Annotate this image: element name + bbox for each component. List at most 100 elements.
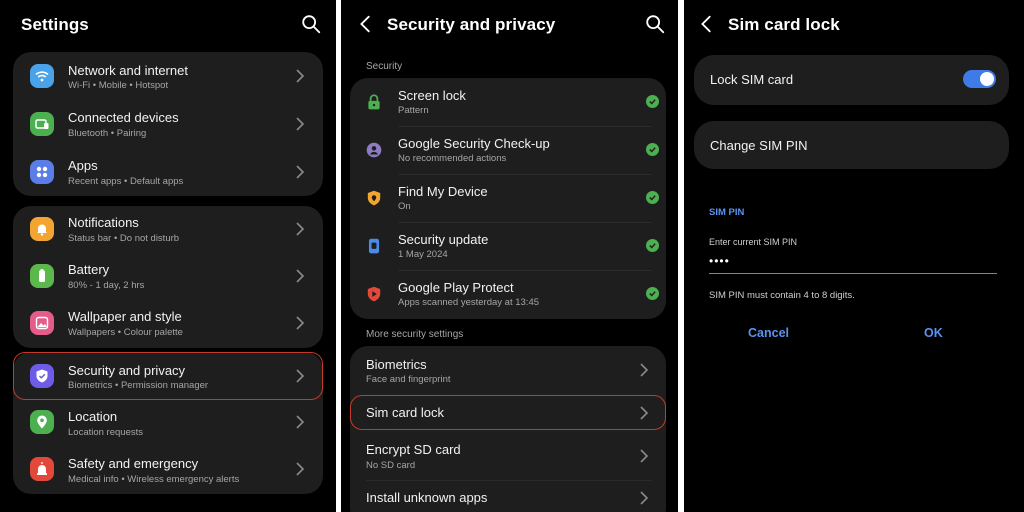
- check-icon: [646, 191, 659, 204]
- chevron-right-icon: [296, 316, 305, 330]
- back-arrow-icon[interactable]: [696, 13, 718, 35]
- item-title: Biometrics: [366, 357, 427, 372]
- settings-item-battery[interactable]: Battery 80% - 1 day, 2 hrs: [13, 253, 323, 300]
- item-subtitle: Status bar • Do not disturb: [68, 233, 180, 244]
- lock-sim-label: Lock SIM card: [710, 72, 794, 87]
- back-arrow-icon[interactable]: [355, 13, 377, 35]
- chevron-right-icon: [296, 222, 305, 236]
- settings-item-apps[interactable]: Apps Recent apps • Default apps: [13, 148, 323, 196]
- security-item-biometrics[interactable]: Biometrics Face and fingerprint: [350, 346, 666, 394]
- item-subtitle: No recommended actions: [398, 153, 507, 164]
- apps-icon: [30, 160, 54, 184]
- chevron-right-icon: [296, 165, 305, 179]
- change-sim-pin-label: Change SIM PIN: [710, 138, 808, 153]
- chevron-right-icon: [296, 369, 305, 383]
- page-title: Settings: [21, 15, 89, 34]
- search-icon[interactable]: [644, 13, 666, 35]
- chevron-right-icon: [640, 406, 649, 420]
- lock-sim-toggle[interactable]: [963, 70, 996, 88]
- security-screen: Security and privacy Security Screen loc…: [341, 0, 678, 512]
- security-item-sim-card-lock[interactable]: Sim card lock: [350, 394, 666, 432]
- chevron-right-icon: [640, 449, 649, 463]
- item-title: Battery: [68, 262, 110, 277]
- item-subtitle: Bluetooth • Pairing: [68, 128, 147, 139]
- ok-button[interactable]: OK: [924, 326, 943, 340]
- section-header-security: Security: [366, 61, 403, 72]
- item-subtitle: Wi-Fi • Mobile • Hotspot: [68, 80, 169, 91]
- devices-icon: [30, 112, 54, 136]
- section-header-more: More security settings: [366, 329, 464, 340]
- page-title: Security and privacy: [387, 15, 556, 34]
- page-title: Sim card lock: [728, 15, 840, 34]
- lock-sim-row[interactable]: Lock SIM card: [694, 55, 1009, 105]
- check-icon: [646, 95, 659, 108]
- item-subtitle: 80% - 1 day, 2 hrs: [68, 280, 145, 291]
- item-title: Apps: [68, 158, 98, 173]
- change-sim-pin-row[interactable]: Change SIM PIN: [694, 121, 1009, 169]
- security-item-encrypt-sd[interactable]: Encrypt SD card No SD card: [350, 432, 666, 480]
- location-icon: [30, 410, 54, 434]
- settings-item-connected-devices[interactable]: Connected devices Bluetooth • Pairing: [13, 100, 323, 148]
- item-subtitle: Wallpapers • Colour palette: [68, 327, 183, 338]
- item-subtitle: On: [398, 201, 411, 212]
- security-group: Screen lock Pattern Google Security Chec…: [350, 78, 666, 319]
- chevron-right-icon: [296, 415, 305, 429]
- phone-update-icon: [362, 234, 386, 258]
- emergency-icon: [30, 457, 54, 481]
- security-item-play-protect[interactable]: Google Play Protect Apps scanned yesterd…: [350, 270, 666, 319]
- search-icon[interactable]: [300, 13, 322, 35]
- settings-group-security: Security and privacy Biometrics • Permis…: [13, 352, 323, 494]
- item-title: Notifications: [68, 215, 139, 230]
- battery-icon: [30, 264, 54, 288]
- security-item-security-update[interactable]: Security update 1 May 2024: [350, 222, 666, 270]
- settings-screen: Settings Network and internet Wi-Fi • Mo…: [0, 0, 336, 512]
- item-subtitle: Apps scanned yesterday at 13:45: [398, 297, 540, 308]
- settings-item-security-privacy[interactable]: Security and privacy Biometrics • Permis…: [13, 352, 323, 399]
- item-subtitle: Pattern: [398, 105, 429, 116]
- item-title: Wallpaper and style: [68, 309, 182, 324]
- dialog-title: SIM PIN: [709, 207, 745, 218]
- chevron-right-icon: [296, 269, 305, 283]
- item-title: Install unknown apps: [366, 490, 488, 505]
- item-title: Screen lock: [398, 88, 466, 103]
- settings-group-display: Notifications Status bar • Do not distur…: [13, 206, 323, 348]
- settings-item-safety[interactable]: Safety and emergency Medical info • Wire…: [13, 446, 323, 494]
- settings-item-network[interactable]: Network and internet Wi-Fi • Mobile • Ho…: [13, 52, 323, 100]
- item-title: Safety and emergency: [68, 456, 199, 471]
- item-subtitle: Location requests: [68, 427, 143, 438]
- item-subtitle: No SD card: [366, 460, 416, 471]
- chevron-right-icon: [640, 363, 649, 377]
- item-subtitle: Recent apps • Default apps: [68, 176, 184, 187]
- settings-item-wallpaper[interactable]: Wallpaper and style Wallpapers • Colour …: [13, 300, 323, 348]
- shield-icon: [30, 364, 54, 388]
- sim-lock-screen: Sim card lock Lock SIM card Change SIM P…: [684, 0, 1024, 512]
- bell-icon: [30, 217, 54, 241]
- play-protect-icon: [362, 282, 386, 306]
- item-title: Security update: [398, 232, 489, 247]
- pin-field-label: Enter current SIM PIN: [709, 237, 798, 247]
- settings-group-connectivity: Network and internet Wi-Fi • Mobile • Ho…: [13, 52, 323, 196]
- wallpaper-icon: [30, 311, 54, 335]
- security-item-unknown-apps[interactable]: Install unknown apps: [350, 480, 666, 512]
- item-subtitle: Biometrics • Permission manager: [68, 380, 209, 391]
- settings-item-location[interactable]: Location Location requests: [13, 399, 323, 446]
- item-subtitle: Medical info • Wireless emergency alerts: [68, 474, 240, 485]
- check-icon: [646, 287, 659, 300]
- chevron-right-icon: [296, 117, 305, 131]
- lock-icon: [362, 90, 386, 114]
- item-title: Google Security Check-up: [398, 136, 550, 151]
- pin-hint-text: SIM PIN must contain 4 to 8 digits.: [709, 290, 855, 301]
- chevron-right-icon: [640, 491, 649, 505]
- security-item-find-my-device[interactable]: Find My Device On: [350, 174, 666, 222]
- settings-item-notifications[interactable]: Notifications Status bar • Do not distur…: [13, 206, 323, 253]
- item-title: Sim card lock: [366, 405, 445, 420]
- google-account-icon: [362, 138, 386, 162]
- cancel-button[interactable]: Cancel: [748, 326, 789, 340]
- item-subtitle: Face and fingerprint: [366, 374, 451, 385]
- item-title: Encrypt SD card: [366, 442, 461, 457]
- chevron-right-icon: [296, 69, 305, 83]
- security-item-google-check[interactable]: Google Security Check-up No recommended …: [350, 126, 666, 174]
- security-item-screen-lock[interactable]: Screen lock Pattern: [350, 78, 666, 126]
- find-device-icon: [362, 186, 386, 210]
- sim-pin-input[interactable]: [709, 252, 997, 274]
